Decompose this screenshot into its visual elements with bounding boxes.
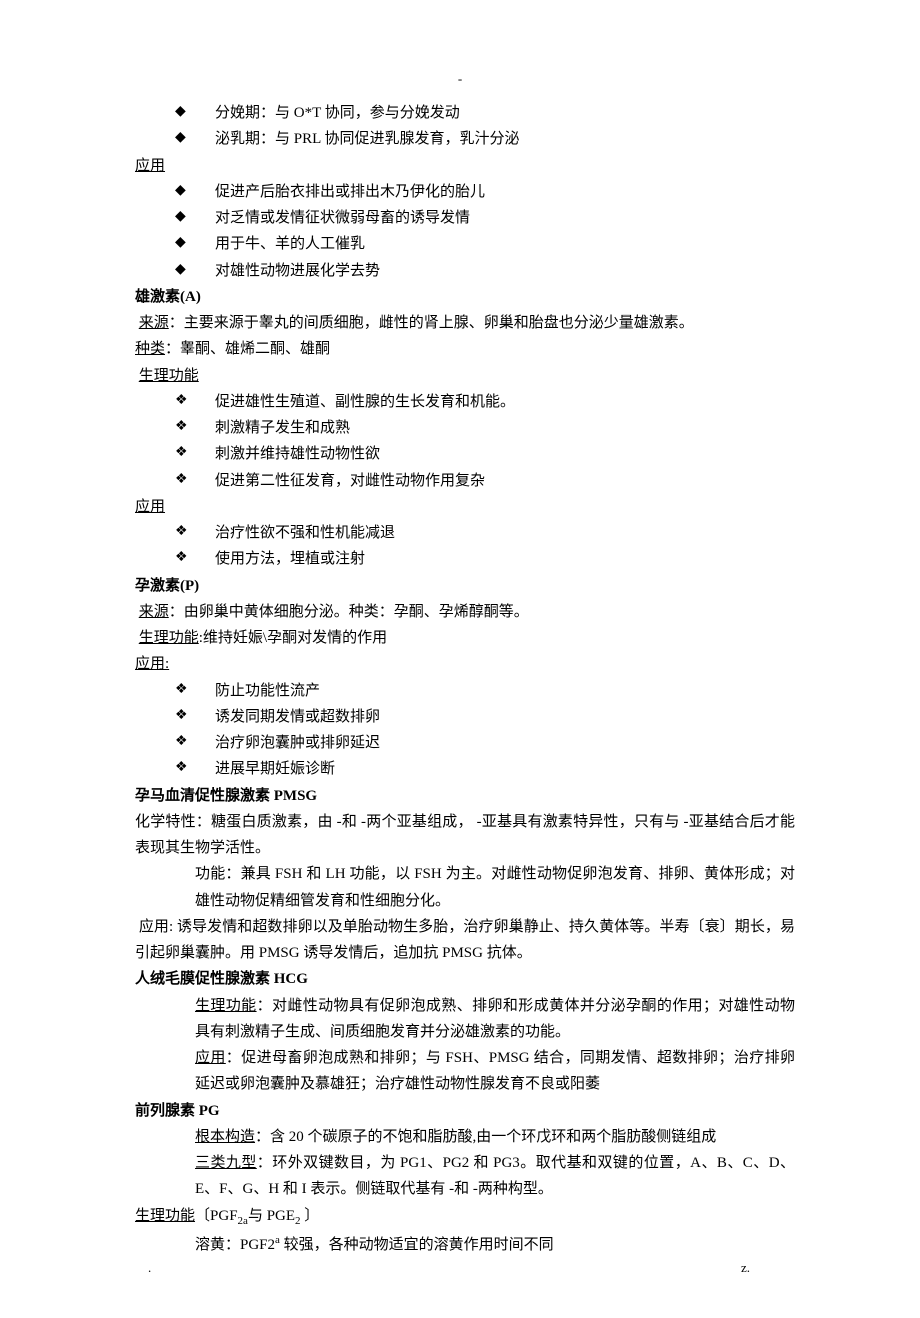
diamond-icon: ◆: [175, 231, 215, 256]
list-item: ◆用于牛、羊的人工催乳: [135, 231, 795, 257]
text: 用于牛、羊的人工催乳: [215, 231, 795, 257]
list-item: ❖治疗性欲不强和性机能减退: [135, 520, 795, 546]
text: 对雄性动物进展化学去势: [215, 258, 795, 284]
list-item: ❖刺激并维持雄性动物性欲: [135, 441, 795, 467]
label: 应用:: [135, 651, 169, 677]
star-icon: ❖: [175, 546, 215, 571]
list-item: ◆泌乳期：与 PRL 协同促进乳腺发育，乳汁分泌: [135, 126, 795, 152]
text: 治疗性欲不强和性机能减退: [215, 520, 795, 546]
heading: 人绒毛膜促性腺激素 HCG: [135, 966, 308, 992]
section-title-pg: 前列腺素 PG: [135, 1098, 795, 1124]
diamond-icon: ◆: [175, 126, 215, 151]
text: 生理功能〔PGF2a与 PGE2 〕: [135, 1203, 319, 1231]
diamond-icon: ◆: [175, 258, 215, 283]
heading: 前列腺素 PG: [135, 1098, 220, 1124]
application-label: 应用: [135, 494, 795, 520]
text: 来源：主要来源于睾丸的间质细胞，雌性的肾上腺、卵巢和胎盘也分泌少量雄激素。: [135, 310, 694, 336]
text: 功能：兼具 FSH 和 LH 功能，以 FSH 为主。对雌性动物促卵泡发育、排卵…: [195, 861, 795, 914]
star-icon: ❖: [175, 520, 215, 545]
heading: 孕激素(P): [135, 573, 199, 599]
label: 应用: [135, 153, 165, 179]
text: 来源：由卵巢中黄体细胞分泌。种类：孕酮、孕烯醇酮等。: [135, 599, 529, 625]
progesterone-physiology: 生理功能:维持妊娠\孕酮对发情的作用: [135, 625, 795, 651]
text: 促进第二性征发育，对雌性动物作用复杂: [215, 468, 795, 494]
list-item: ❖进展早期妊娠诊断: [135, 756, 795, 782]
label: 应用: [135, 494, 165, 520]
list-item: ❖刺激精子发生和成熟: [135, 415, 795, 441]
text: 应用: 诱导发情和超数排卵以及单胎动物生多胎，治疗卵巢静止、持久黄体等。半寿〔衰…: [135, 914, 795, 967]
text: 治疗卵泡囊肿或排卵延迟: [215, 730, 795, 756]
text: 生理功能: [135, 363, 199, 389]
text: 诱发同期发情或超数排卵: [215, 704, 795, 730]
physiology-label: 生理功能: [135, 363, 795, 389]
list-item: ◆对乏情或发情征状微弱母畜的诱导发情: [135, 205, 795, 231]
text: 对乏情或发情征状微弱母畜的诱导发情: [215, 205, 795, 231]
section-title-androgen: 雄激素(A): [135, 284, 795, 310]
pmsg-function: 功能：兼具 FSH 和 LH 功能，以 FSH 为主。对雌性动物促卵泡发育、排卵…: [135, 861, 795, 914]
pg-types: 三类九型：环外双键数目，为 PG1、PG2 和 PG3。取代基和双键的位置，A、…: [135, 1150, 795, 1203]
list-item: ❖促进第二性征发育，对雌性动物作用复杂: [135, 468, 795, 494]
hcg-application: 应用：促进母畜卵泡成熟和排卵；与 FSH、PMSG 结合，同期发情、超数排卵；治…: [135, 1045, 795, 1098]
application-label: 应用: [135, 153, 795, 179]
pmsg-application: 应用: 诱导发情和超数排卵以及单胎动物生多胎，治疗卵巢静止、持久黄体等。半寿〔衰…: [135, 914, 795, 967]
diamond-icon: ◆: [175, 205, 215, 230]
star-icon: ❖: [175, 415, 215, 440]
section-title-hcg: 人绒毛膜促性腺激素 HCG: [135, 966, 795, 992]
application-label: 应用:: [135, 651, 795, 677]
text: ：睾酮、雄烯二酮、雄酮: [165, 336, 330, 362]
text: 生理功能:维持妊娠\孕酮对发情的作用: [135, 625, 387, 651]
text: 刺激精子发生和成熟: [215, 415, 795, 441]
text: 生理功能：对雌性动物具有促卵泡成熟、排卵和形成黄体并分泌孕酮的作用；对雄性动物具…: [195, 993, 795, 1046]
heading: 雄激素(A): [135, 284, 201, 310]
list-item: ❖促进雄性生殖道、副性腺的生长发育和机能。: [135, 389, 795, 415]
diamond-icon: ◆: [175, 179, 215, 204]
star-icon: ❖: [175, 704, 215, 729]
star-icon: ❖: [175, 389, 215, 414]
star-icon: ❖: [175, 468, 215, 493]
list-item: ❖防止功能性流产: [135, 678, 795, 704]
text: 三类九型：环外双键数目，为 PG1、PG2 和 PG3。取代基和双键的位置，A、…: [195, 1150, 795, 1203]
page-top-mark: -: [458, 68, 462, 91]
androgen-source: 来源：主要来源于睾丸的间质细胞，雌性的肾上腺、卵巢和胎盘也分泌少量雄激素。: [135, 310, 795, 336]
pg-physiology-label: 生理功能〔PGF2a与 PGE2 〕: [135, 1203, 795, 1231]
text: 刺激并维持雄性动物性欲: [215, 441, 795, 467]
heading: 孕马血清促性腺激素 PMSG: [135, 783, 317, 809]
text: 防止功能性流产: [215, 678, 795, 704]
list-item: ◆分娩期：与 O*T 协同，参与分娩发动: [135, 100, 795, 126]
text: 应用：促进母畜卵泡成熟和排卵；与 FSH、PMSG 结合，同期发情、超数排卵；治…: [195, 1045, 795, 1098]
pg-structure: 根本构造：含 20 个碳原子的不饱和脂肪酸,由一个环戊环和两个脂肪酸侧链组成: [135, 1124, 795, 1150]
list-item: ❖治疗卵泡囊肿或排卵延迟: [135, 730, 795, 756]
list-item: ◆促进产后胎衣排出或排出木乃伊化的胎儿: [135, 179, 795, 205]
pmsg-chemistry: 化学特性：糖蛋白质激素，由 -和 -两个亚基组成， -亚基具有激素特异性，只有与…: [135, 809, 795, 862]
text: 溶黄：PGF2a 较强，各种动物适宜的溶黄作用时间不同: [195, 1231, 795, 1258]
text: 根本构造：含 20 个碳原子的不饱和脂肪酸,由一个环戊环和两个脂肪酸侧链组成: [195, 1124, 795, 1150]
text: 使用方法，埋植或注射: [215, 546, 795, 572]
text: 促进雄性生殖道、副性腺的生长发育和机能。: [215, 389, 795, 415]
text: 进展早期妊娠诊断: [215, 756, 795, 782]
hcg-physiology: 生理功能：对雌性动物具有促卵泡成熟、排卵和形成黄体并分泌孕酮的作用；对雄性动物具…: [135, 993, 795, 1046]
star-icon: ❖: [175, 678, 215, 703]
star-icon: ❖: [175, 730, 215, 755]
star-icon: ❖: [175, 756, 215, 781]
text: 泌乳期：与 PRL 协同促进乳腺发育，乳汁分泌: [215, 126, 795, 152]
list-item: ◆对雄性动物进展化学去势: [135, 258, 795, 284]
text: 分娩期：与 O*T 协同，参与分娩发动: [215, 100, 795, 126]
text: 化学特性：糖蛋白质激素，由 -和 -两个亚基组成， -亚基具有激素特异性，只有与…: [135, 809, 795, 862]
document-page: - ◆分娩期：与 O*T 协同，参与分娩发动 ◆泌乳期：与 PRL 协同促进乳腺…: [0, 0, 920, 1318]
progesterone-source: 来源：由卵巢中黄体细胞分泌。种类：孕酮、孕烯醇酮等。: [135, 599, 795, 625]
list-item: ❖诱发同期发情或超数排卵: [135, 704, 795, 730]
diamond-icon: ◆: [175, 100, 215, 125]
section-title-progesterone: 孕激素(P): [135, 573, 795, 599]
androgen-kinds: 种类：睾酮、雄烯二酮、雄酮: [135, 336, 795, 362]
page-bottom-left-mark: .: [148, 1257, 151, 1280]
pg-dissolve: 溶黄：PGF2a 较强，各种动物适宜的溶黄作用时间不同: [135, 1231, 795, 1258]
page-bottom-right-mark: z.: [741, 1257, 750, 1280]
label: 种类: [135, 336, 165, 362]
star-icon: ❖: [175, 441, 215, 466]
section-title-pmsg: 孕马血清促性腺激素 PMSG: [135, 783, 795, 809]
text: 促进产后胎衣排出或排出木乃伊化的胎儿: [215, 179, 795, 205]
list-item: ❖使用方法，埋植或注射: [135, 546, 795, 572]
